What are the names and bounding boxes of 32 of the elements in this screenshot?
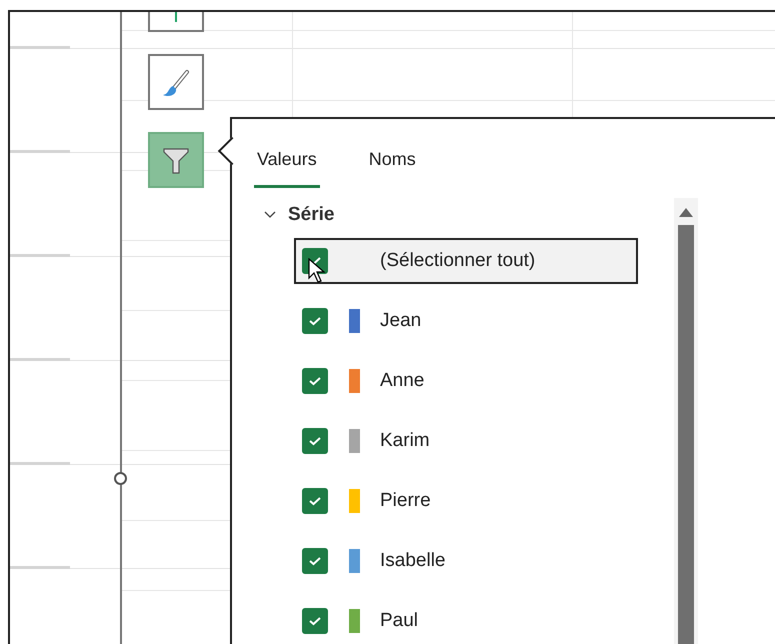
item-label: (Sélectionner tout) xyxy=(380,250,536,272)
item-label: Paul xyxy=(380,610,418,632)
checkmark-icon xyxy=(308,556,322,566)
scroll-up-icon[interactable] xyxy=(679,208,693,217)
scroll-thumb[interactable] xyxy=(678,225,694,644)
item-label: Isabelle xyxy=(380,550,446,572)
item-label: Pierre xyxy=(380,490,431,512)
resize-handle[interactable] xyxy=(114,472,127,485)
item-label: Jean xyxy=(380,310,422,332)
line-icon xyxy=(174,12,178,22)
scrollbar[interactable] xyxy=(674,198,698,644)
checkmark-icon xyxy=(308,376,322,386)
group-header[interactable]: Série xyxy=(264,198,334,232)
checkmark-icon xyxy=(308,616,322,626)
item-label: Karim xyxy=(380,430,430,452)
item-label: Anne xyxy=(380,370,424,392)
elements-button[interactable] xyxy=(148,12,204,32)
checkbox[interactable] xyxy=(302,488,328,514)
chevron-icon xyxy=(264,211,276,219)
checkbox[interactable] xyxy=(302,428,328,454)
checkbox[interactable] xyxy=(302,368,328,394)
checkmark-icon xyxy=(308,316,322,326)
tab[interactable]: Valeurs xyxy=(254,141,320,188)
checkmark-icon xyxy=(308,436,322,446)
checkbox[interactable] xyxy=(302,608,328,634)
checkbox[interactable] xyxy=(302,308,328,334)
filter-button[interactable] xyxy=(148,132,204,188)
tab[interactable]: Noms xyxy=(366,141,419,188)
styles-button[interactable] xyxy=(148,54,204,110)
mouse-pointer-icon xyxy=(308,258,326,284)
checkbox[interactable] xyxy=(302,548,328,574)
checkmark-icon xyxy=(308,496,322,506)
